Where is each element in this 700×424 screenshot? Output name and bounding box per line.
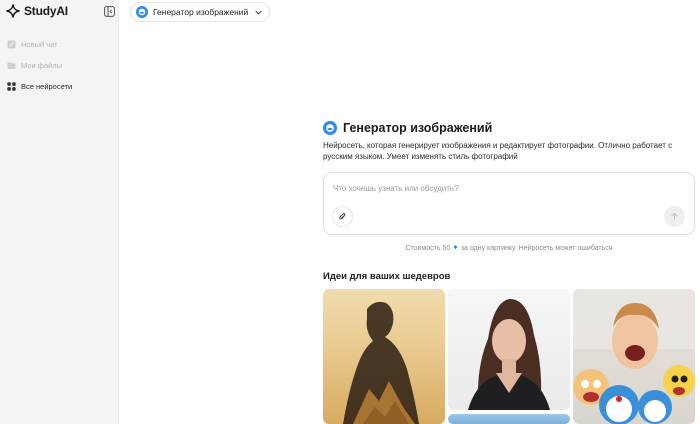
idea-card-silhouette[interactable] [323, 289, 445, 424]
image-generator-icon [323, 121, 337, 135]
arrow-up-icon [671, 212, 678, 221]
sparkle-logo-icon [6, 4, 20, 18]
page-title: Генератор изображений [343, 121, 493, 135]
app-name: StudyAI [24, 4, 68, 18]
page-header: Генератор изображений [323, 118, 695, 138]
sidebar-item-label: Все нейросети [21, 81, 73, 91]
image-generator-icon [136, 6, 148, 18]
chevron-down-icon [255, 10, 262, 15]
sidebar-nav: Новый чат Мои файлы Все нейросети [7, 34, 115, 97]
edit-icon [7, 40, 16, 48]
attach-button[interactable] [332, 206, 353, 227]
sidebar-item-label: Новый чат [21, 39, 58, 49]
logo[interactable]: StudyAI [6, 4, 68, 18]
idea-card-portrait[interactable] [448, 289, 570, 410]
main-content: Генератор изображений Нейросеть, которая… [323, 118, 695, 282]
collapse-sidebar-icon[interactable] [104, 6, 115, 17]
model-selector[interactable]: Генератор изображений [130, 2, 271, 22]
idea-card-cartoon[interactable] [573, 289, 695, 424]
portrait-illustration [468, 299, 550, 410]
page-description: Нейросеть, которая генерирует изображени… [323, 141, 673, 161]
prompt-input-box[interactable]: Что хочешь узнать или обсудить? [323, 172, 695, 235]
grid-icon [7, 81, 16, 91]
cartoon-illustration [573, 289, 695, 424]
sidebar-item-label: Мои файлы [21, 60, 63, 70]
cost-note-prefix: Стоимость 50 [405, 245, 451, 252]
sidebar-item-new-chat[interactable]: Новый чат [7, 34, 115, 54]
paperclip-icon [339, 213, 346, 220]
model-selector-label: Генератор изображений [153, 7, 249, 17]
ideas-section-title: Идеи для ваших шедевров [323, 271, 451, 282]
sidebar-item-my-files[interactable]: Мои файлы [7, 55, 115, 75]
idea-card-sky[interactable] [448, 414, 570, 424]
cost-note: Стоимость 50 ✦ за одну картинку. Нейросе… [323, 243, 695, 252]
send-button[interactable] [664, 206, 685, 227]
sidebar-item-all-networks[interactable]: Все нейросети [7, 76, 115, 96]
prompt-input-placeholder[interactable]: Что хочешь узнать или обсудить? [333, 184, 459, 193]
sparkle-icon: ✦ [452, 243, 459, 252]
cost-note-suffix: за одну картинку. Нейросеть может ошибат… [460, 245, 613, 252]
folder-icon [7, 61, 16, 69]
silhouette-illustration [343, 301, 419, 424]
sidebar: StudyAI Новый чат Мои файлы Все нейросет… [0, 0, 119, 424]
